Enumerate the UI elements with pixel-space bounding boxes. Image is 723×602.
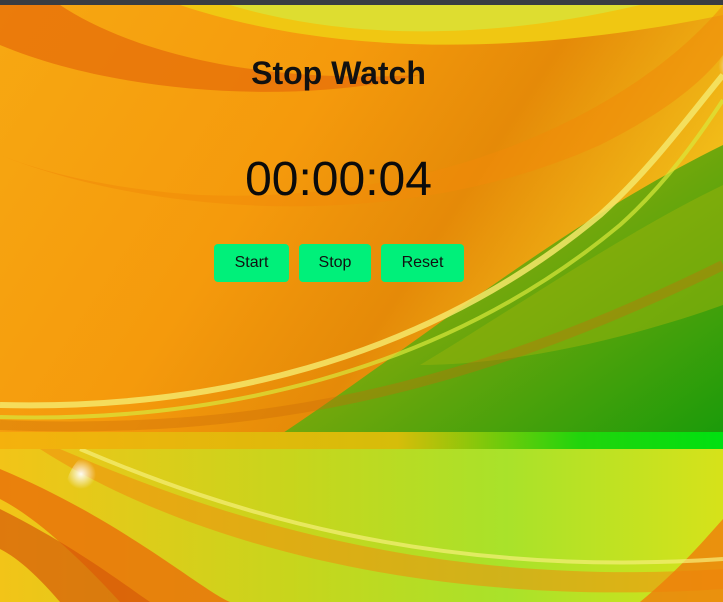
reset-button[interactable]: Reset	[381, 244, 464, 282]
page-title: Stop Watch	[251, 55, 426, 91]
controls-bar: Start Stop Reset	[214, 244, 464, 282]
start-button[interactable]: Start	[214, 244, 289, 282]
time-display: 00:00:04	[245, 153, 432, 206]
stop-button[interactable]: Stop	[299, 244, 371, 282]
stopwatch-app: Stop Watch 00:00:04 Start Stop Reset	[0, 0, 723, 602]
